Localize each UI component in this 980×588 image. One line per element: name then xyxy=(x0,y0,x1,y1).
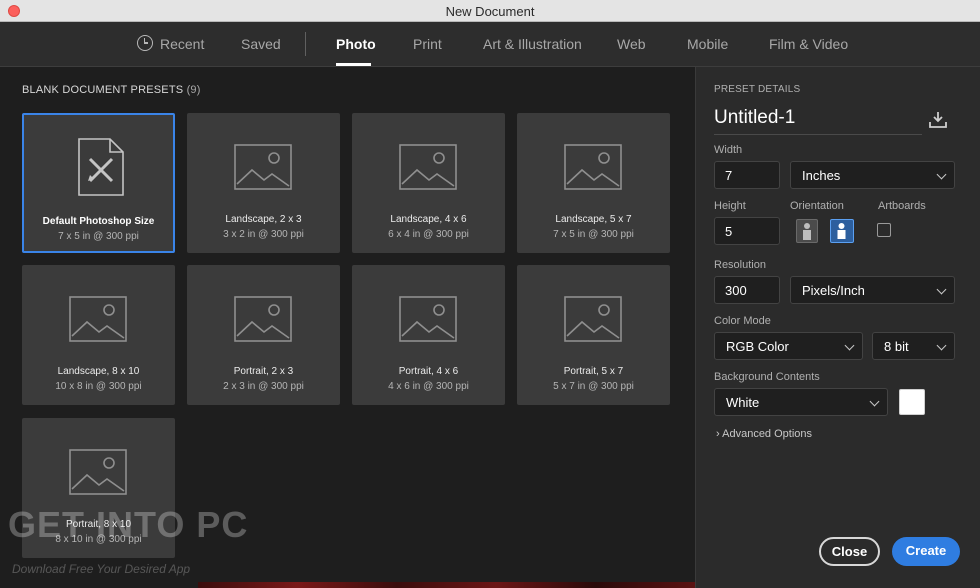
image-icon xyxy=(564,296,622,342)
preset-card[interactable]: Default Photoshop Size 7 x 5 in @ 300 ppi xyxy=(22,113,175,253)
preset-dimensions: 4 x 6 in @ 300 ppi xyxy=(388,381,469,392)
background-color-swatch[interactable] xyxy=(899,389,925,415)
preset-name: Landscape, 4 x 6 xyxy=(390,214,467,225)
preset-card[interactable]: Portrait, 2 x 3 2 x 3 in @ 300 ppi xyxy=(187,265,340,405)
preset-dimensions: 7 x 5 in @ 300 ppi xyxy=(58,231,139,242)
image-icon xyxy=(69,449,127,495)
preset-details-panel: PRESET DETAILS Untitled-1 Width 7 Inches… xyxy=(695,67,980,588)
preset-name: Default Photoshop Size xyxy=(42,216,155,227)
tab-art-illustration[interactable]: Art & Illustration xyxy=(483,36,582,52)
color-mode-select[interactable]: RGB Color xyxy=(714,332,863,360)
resolution-unit-select[interactable]: Pixels/Inch xyxy=(790,276,955,304)
details-heading: PRESET DETAILS xyxy=(714,84,801,95)
image-icon xyxy=(234,144,292,190)
preset-dimensions: 2 x 3 in @ 300 ppi xyxy=(223,381,304,392)
tab-film-video[interactable]: Film & Video xyxy=(769,36,848,52)
title-bar: New Document xyxy=(0,0,980,22)
color-mode-value: RGB Color xyxy=(726,339,789,354)
portrait-orientation-icon[interactable] xyxy=(796,219,818,243)
advanced-options-label: Advanced Options xyxy=(722,428,813,440)
preset-name: Landscape, 8 x 10 xyxy=(57,366,140,377)
background-strip xyxy=(198,582,695,588)
chevron-right-icon: › xyxy=(716,428,720,440)
preset-dimensions: 10 x 8 in @ 300 ppi xyxy=(55,381,142,392)
presets-heading: BLANK DOCUMENT PRESETS (9) xyxy=(22,84,201,96)
artboards-checkbox[interactable] xyxy=(877,223,891,237)
preset-dimensions: 3 x 2 in @ 300 ppi xyxy=(223,229,304,240)
resolution-input[interactable]: 300 xyxy=(714,276,780,304)
resolution-unit-value: Pixels/Inch xyxy=(802,283,865,298)
resolution-label: Resolution xyxy=(714,259,766,271)
document-name-field[interactable]: Untitled-1 xyxy=(714,107,922,135)
tab-photo[interactable]: Photo xyxy=(336,36,376,52)
category-tabs: Recent Saved Photo Print Art & Illustrat… xyxy=(0,22,980,67)
preset-name: Portrait, 4 x 6 xyxy=(398,366,459,377)
tab-mobile[interactable]: Mobile xyxy=(687,36,728,52)
image-icon xyxy=(564,144,622,190)
tab-saved[interactable]: Saved xyxy=(241,36,281,52)
active-tab-indicator xyxy=(336,63,371,66)
image-icon xyxy=(399,296,457,342)
height-input[interactable]: 5 xyxy=(714,217,780,245)
preset-card[interactable]: Landscape, 8 x 10 10 x 8 in @ 300 ppi xyxy=(22,265,175,405)
advanced-options-toggle[interactable]: › Advanced Options xyxy=(716,428,812,440)
preset-dimensions: 5 x 7 in @ 300 ppi xyxy=(553,381,634,392)
background-contents-label: Background Contents xyxy=(714,371,820,383)
tab-divider xyxy=(305,32,306,56)
clock-icon xyxy=(137,35,153,51)
create-button[interactable]: Create xyxy=(892,537,960,566)
height-label: Height xyxy=(714,200,746,212)
preset-name: Portrait, 5 x 7 xyxy=(563,366,624,377)
preset-name: Portrait, 2 x 3 xyxy=(233,366,294,377)
preset-name: Landscape, 2 x 3 xyxy=(225,214,302,225)
preset-card[interactable]: Landscape, 5 x 7 7 x 5 in @ 300 ppi xyxy=(517,113,670,253)
background-contents-select[interactable]: White xyxy=(714,388,888,416)
chevron-down-icon xyxy=(936,284,947,295)
background-contents-value: White xyxy=(726,395,760,410)
tab-recent[interactable]: Recent xyxy=(160,36,204,52)
image-icon xyxy=(234,296,292,342)
width-unit-select[interactable]: Inches xyxy=(790,161,955,189)
image-icon xyxy=(399,144,457,190)
preset-card[interactable]: Landscape, 2 x 3 3 x 2 in @ 300 ppi xyxy=(187,113,340,253)
chevron-down-icon xyxy=(844,340,855,351)
preset-card[interactable]: Portrait, 5 x 7 5 x 7 in @ 300 ppi xyxy=(517,265,670,405)
watermark-subtext: Download Free Your Desired App xyxy=(12,562,191,576)
bit-depth-value: 8 bit xyxy=(884,339,909,354)
watermark-text: GET INTO PC xyxy=(8,504,249,545)
landscape-orientation-icon[interactable] xyxy=(830,219,854,243)
presets-count: (9) xyxy=(186,84,201,96)
artboards-label: Artboards xyxy=(878,200,926,212)
presets-title: BLANK DOCUMENT PRESETS xyxy=(22,84,184,96)
width-unit-value: Inches xyxy=(802,168,841,183)
tab-web[interactable]: Web xyxy=(617,36,646,52)
preset-name: Landscape, 5 x 7 xyxy=(555,214,632,225)
orientation-label: Orientation xyxy=(790,200,844,212)
chevron-down-icon xyxy=(869,396,880,407)
tab-print[interactable]: Print xyxy=(413,36,442,52)
chevron-down-icon xyxy=(936,169,947,180)
save-preset-icon[interactable] xyxy=(928,111,948,129)
chevron-down-icon xyxy=(936,340,947,351)
color-mode-label: Color Mode xyxy=(714,315,771,327)
image-icon xyxy=(69,296,127,342)
preset-card[interactable]: Landscape, 4 x 6 6 x 4 in @ 300 ppi xyxy=(352,113,505,253)
document-brush-icon xyxy=(76,137,126,197)
preset-dimensions: 6 x 4 in @ 300 ppi xyxy=(388,229,469,240)
close-button[interactable]: Close xyxy=(819,537,880,566)
width-input[interactable]: 7 xyxy=(714,161,780,189)
window-title: New Document xyxy=(445,4,535,19)
preset-card[interactable]: Portrait, 4 x 6 4 x 6 in @ 300 ppi xyxy=(352,265,505,405)
bit-depth-select[interactable]: 8 bit xyxy=(872,332,955,360)
preset-dimensions: 7 x 5 in @ 300 ppi xyxy=(553,229,634,240)
width-label: Width xyxy=(714,144,743,156)
